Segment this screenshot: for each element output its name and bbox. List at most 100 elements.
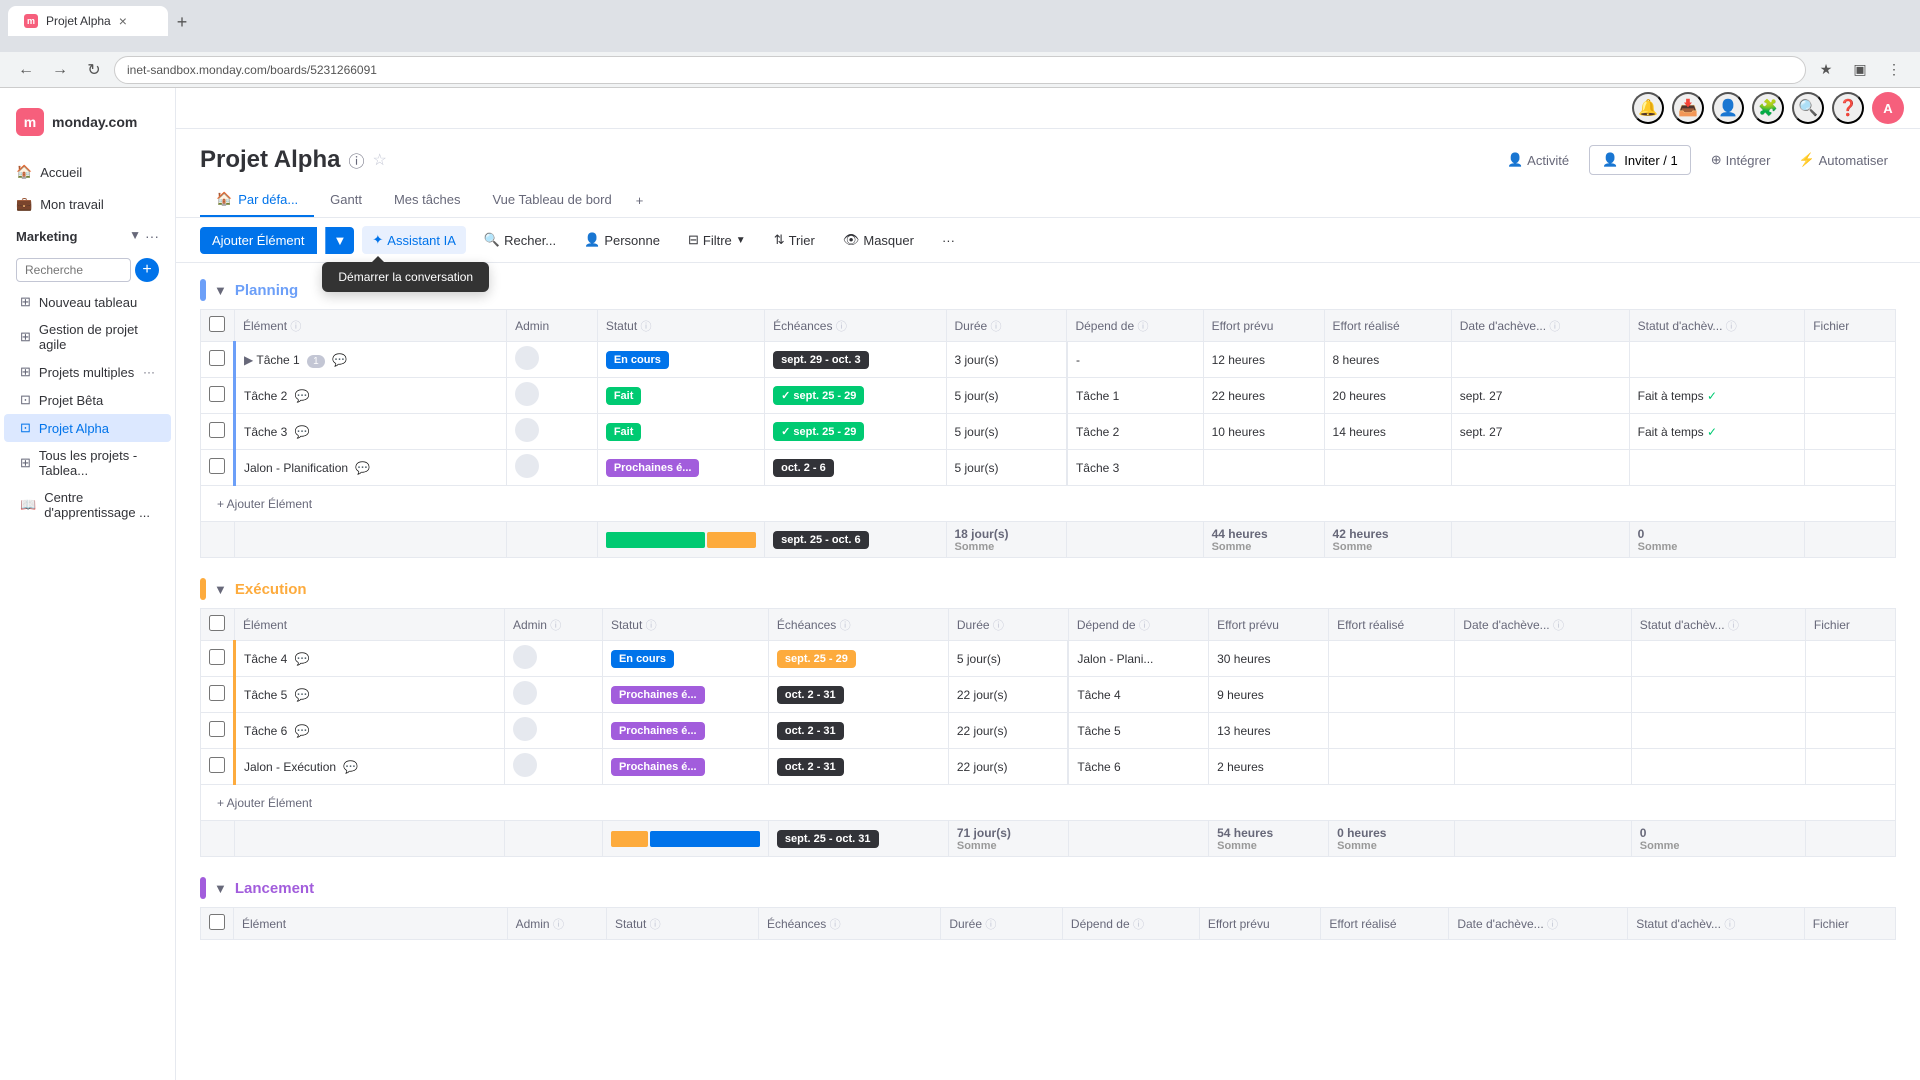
row-checkbox[interactable] (209, 458, 225, 474)
tab-mes-taches[interactable]: Mes tâches (378, 184, 476, 217)
date-badge[interactable]: sept. 29 - oct. 3 (773, 351, 868, 369)
select-all-checkbox[interactable] (209, 316, 225, 332)
row-checkbox[interactable] (209, 649, 225, 665)
sidebar-add-button[interactable]: + (135, 258, 159, 282)
statut-info-icon[interactable]: ⓘ (650, 919, 661, 931)
statut-info-icon[interactable]: ⓘ (646, 620, 657, 632)
conversation-icon[interactable]: 💬 (295, 425, 310, 439)
status-badge[interactable]: Fait (606, 423, 642, 441)
sidebar-item-tous-projets[interactable]: ⊞ Tous les projets - Tablea... (4, 442, 171, 484)
help-button[interactable]: ❓ (1832, 92, 1864, 124)
date-info-icon[interactable]: ⓘ (1549, 321, 1560, 333)
invite-button[interactable]: 👤 Inviter / 1 (1589, 145, 1691, 175)
info-button[interactable]: ⓘ (348, 148, 364, 172)
browser-tab-active[interactable]: m Projet Alpha × (8, 6, 168, 36)
conversation-icon[interactable]: 💬 (295, 652, 310, 666)
statut-achev-info-icon[interactable]: ⓘ (1726, 321, 1737, 333)
conversation-icon[interactable]: 💬 (332, 353, 347, 367)
sidebar-item-projet-beta[interactable]: ⊡ Projet Bêta (4, 386, 171, 414)
select-all-checkbox[interactable] (209, 914, 225, 930)
status-badge[interactable]: En cours (606, 351, 669, 369)
row-checkbox[interactable] (209, 386, 225, 402)
apps-button[interactable]: 🧩 (1752, 92, 1784, 124)
row-checkbox[interactable] (209, 757, 225, 773)
expand-button[interactable]: ▶ (244, 353, 253, 367)
extensions-button[interactable]: ▣ (1846, 56, 1874, 84)
automatiser-button[interactable]: ⚡ Automatiser (1790, 148, 1896, 172)
date-badge[interactable]: ✓ sept. 25 - 29 (773, 386, 864, 405)
admin-info-icon[interactable]: ⓘ (550, 620, 561, 632)
integrer-button[interactable]: ⊕ Intégrer (1703, 148, 1779, 172)
sidebar-item-gestion-projet[interactable]: ⊞ Gestion de projet agile (4, 316, 171, 358)
date-badge[interactable]: oct. 2 - 6 (773, 459, 834, 477)
status-badge[interactable]: Prochaines é... (611, 722, 705, 740)
menu-button[interactable]: ⋮ (1880, 56, 1908, 84)
tab-close-button[interactable]: × (119, 13, 127, 29)
sidebar-item-projet-alpha[interactable]: ⊡ Projet Alpha (4, 414, 171, 442)
tab-gantt[interactable]: Gantt (314, 184, 378, 217)
date-info-icon[interactable]: ⓘ (1553, 620, 1564, 632)
date-info-icon[interactable]: ⓘ (1547, 919, 1558, 931)
add-element-dropdown-button[interactable]: ▼ (325, 227, 355, 254)
hide-button[interactable]: 👁 Masquer (833, 226, 924, 254)
sort-button[interactable]: ⇅ Trier (764, 226, 825, 254)
person-button[interactable]: 👤 Personne (574, 226, 670, 254)
back-button[interactable]: ← (12, 56, 40, 84)
activity-button[interactable]: 👤 Activité (1499, 148, 1577, 172)
sidebar-item-nouveau-tableau[interactable]: ⊞ Nouveau tableau (4, 288, 171, 316)
notification-button[interactable]: 🔔 (1632, 92, 1664, 124)
conversation-icon[interactable]: 💬 (355, 461, 370, 475)
date-badge[interactable]: oct. 2 - 31 (777, 722, 844, 740)
statut-info-icon[interactable]: ⓘ (641, 321, 652, 333)
more-button[interactable]: ··· (932, 227, 965, 254)
row-checkbox[interactable] (209, 721, 225, 737)
bookmark-button[interactable]: ★ (1812, 56, 1840, 84)
statut-achev-info-icon[interactable]: ⓘ (1728, 620, 1739, 632)
add-element-button[interactable]: + Ajouter Élément (209, 493, 320, 515)
status-badge[interactable]: Prochaines é... (606, 459, 700, 477)
depend-info-icon[interactable]: ⓘ (1139, 620, 1150, 632)
row-checkbox[interactable] (209, 350, 225, 366)
conversation-icon[interactable]: 💬 (343, 760, 358, 774)
duree-info-icon[interactable]: ⓘ (991, 321, 1002, 333)
search-button[interactable]: 🔍 Recher... (474, 226, 566, 254)
sidebar-item-mon-travail[interactable]: 💼 Mon travail (0, 188, 175, 220)
sidebar-section-marketing[interactable]: Marketing ▼ ··· (0, 220, 175, 252)
status-badge[interactable]: Fait (606, 387, 642, 405)
statut-achev-info-icon[interactable]: ⓘ (1724, 919, 1735, 931)
conversation-icon[interactable]: 💬 (295, 688, 310, 702)
sidebar-search-input[interactable] (16, 258, 131, 282)
element-info-icon[interactable]: ⓘ (290, 321, 301, 333)
group-expand-icon[interactable]: ▼ (214, 881, 227, 896)
favorite-button[interactable]: ☆ (372, 150, 386, 170)
tab-tableau-bord[interactable]: Vue Tableau de bord (476, 184, 627, 217)
select-all-checkbox[interactable] (209, 615, 225, 631)
conversation-icon[interactable]: 💬 (295, 724, 310, 738)
add-element-button[interactable]: Ajouter Élément (200, 227, 317, 254)
sidebar-item-centre-apprentissage[interactable]: 📖 Centre d'apprentissage ... (4, 484, 171, 526)
duree-info-icon[interactable]: ⓘ (993, 620, 1004, 632)
group-expand-icon[interactable]: ▼ (214, 582, 227, 597)
add-element-button[interactable]: + Ajouter Élément (209, 792, 320, 814)
sidebar-item-accueil[interactable]: 🏠 Accueil (0, 156, 175, 188)
new-tab-button[interactable]: + (168, 8, 196, 36)
row-checkbox[interactable] (209, 422, 225, 438)
assistant-ia-button[interactable]: ✦ Assistant IA (362, 226, 466, 254)
depend-info-icon[interactable]: ⓘ (1133, 919, 1144, 931)
user-search-button[interactable]: 👤 (1712, 92, 1744, 124)
echeances-info-icon[interactable]: ⓘ (830, 919, 841, 931)
status-badge[interactable]: Prochaines é... (611, 686, 705, 704)
tab-par-defaut[interactable]: 🏠 Par défa... (200, 183, 314, 217)
echeances-info-icon[interactable]: ⓘ (836, 321, 847, 333)
url-bar[interactable]: inet-sandbox.monday.com/boards/523126609… (114, 56, 1806, 84)
date-badge[interactable]: oct. 2 - 31 (777, 686, 844, 704)
sidebar-item-projets-multiples[interactable]: ⊞ Projets multiples ··· (4, 358, 171, 386)
status-badge[interactable]: Prochaines é... (611, 758, 705, 776)
group-expand-icon[interactable]: ▼ (214, 283, 227, 298)
date-badge[interactable]: sept. 25 - 29 (777, 650, 856, 668)
user-avatar[interactable]: A (1872, 92, 1904, 124)
conversation-icon[interactable]: 💬 (295, 389, 310, 403)
refresh-button[interactable]: ↻ (80, 56, 108, 84)
forward-button[interactable]: → (46, 56, 74, 84)
inbox-button[interactable]: 📥 (1672, 92, 1704, 124)
